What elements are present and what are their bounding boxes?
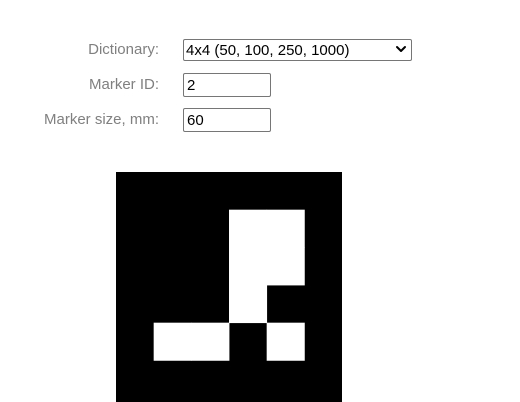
aruco-marker-svg [116, 172, 342, 402]
marker-id-input[interactable] [183, 73, 271, 97]
marker-size-input[interactable] [183, 108, 271, 132]
dictionary-select[interactable]: 4x4 (50, 100, 250, 1000) [183, 39, 412, 61]
marker-cell-white [191, 322, 230, 361]
marker-cell-white [229, 285, 268, 324]
marker-cell-white [266, 322, 305, 361]
marker-cell-white [266, 209, 305, 248]
marker-cell-white [266, 247, 305, 286]
marker-size-label: Marker size, mm: [43, 111, 159, 128]
marker-size-row: Marker size, mm: [0, 108, 520, 132]
marker-cell-white [229, 209, 268, 248]
marker-cell-white [229, 247, 268, 286]
marker-generator-page: Dictionary: 4x4 (50, 100, 250, 1000) Mar… [0, 0, 520, 402]
marker-id-row: Marker ID: [0, 73, 520, 97]
dictionary-row: Dictionary: 4x4 (50, 100, 250, 1000) [0, 38, 520, 62]
dictionary-label: Dictionary: [88, 41, 159, 58]
dictionary-select-wrapper[interactable]: 4x4 (50, 100, 250, 1000) [183, 39, 412, 61]
aruco-marker-image [116, 172, 342, 402]
marker-background [116, 172, 342, 402]
marker-cell-white [153, 322, 192, 361]
marker-id-label: Marker ID: [88, 76, 159, 93]
